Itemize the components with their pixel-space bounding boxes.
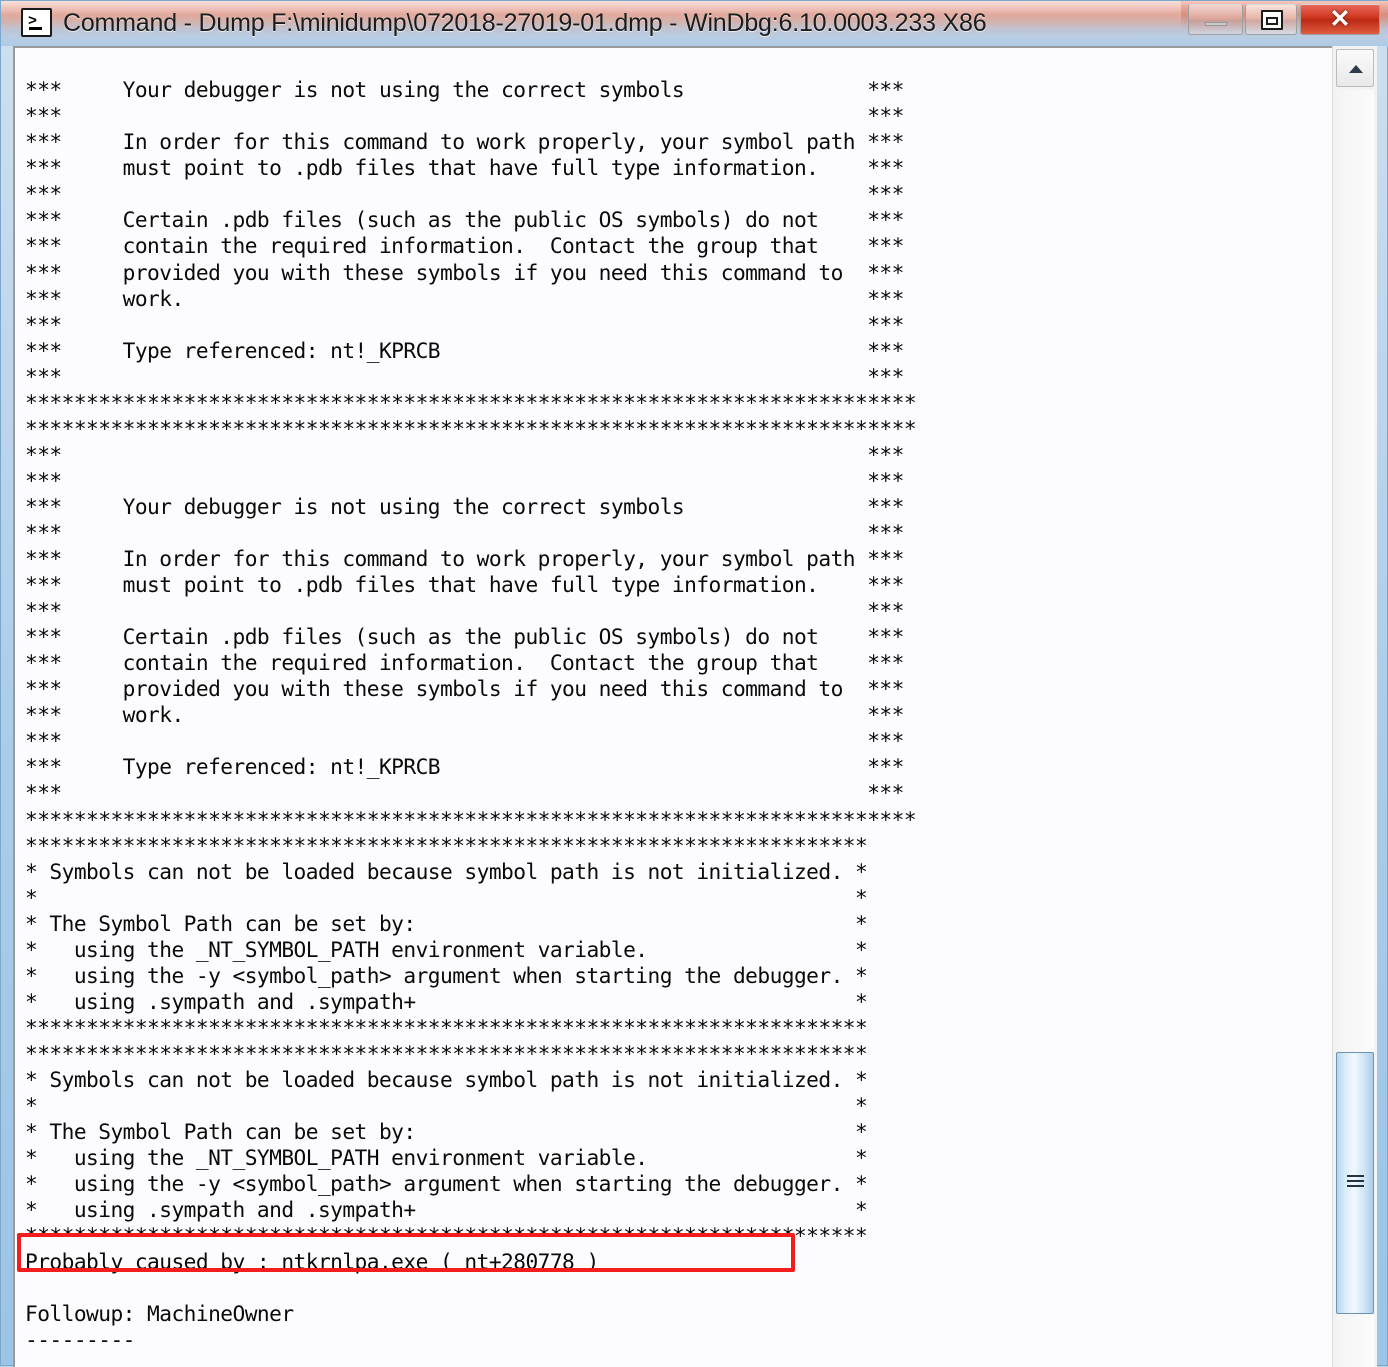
chevron-up-icon xyxy=(1349,65,1363,73)
vertical-scrollbar[interactable] xyxy=(1332,46,1377,1367)
close-button[interactable]: ✕ xyxy=(1300,4,1380,35)
console-icon: > xyxy=(21,8,52,37)
maximize-restore-button[interactable] xyxy=(1245,4,1297,35)
windbg-window: > Command - Dump F:\minidump\072018-2701… xyxy=(0,0,1388,1367)
command-output-pane[interactable]: *** Your debugger is not using the corre… xyxy=(13,46,1332,1367)
close-icon: ✕ xyxy=(1329,5,1351,33)
grip-icon xyxy=(1347,1175,1364,1188)
minimize-icon xyxy=(1205,22,1227,26)
restore-icon xyxy=(1261,10,1283,30)
scrollbar-thumb[interactable] xyxy=(1336,1052,1374,1314)
title-bar[interactable]: > Command - Dump F:\minidump\072018-2701… xyxy=(1,1,1388,46)
client-area: *** Your debugger is not using the corre… xyxy=(13,46,1377,1367)
window-title: Command - Dump F:\minidump\072018-27019-… xyxy=(63,9,987,37)
minimize-button[interactable] xyxy=(1188,4,1243,35)
scroll-up-button[interactable] xyxy=(1336,49,1374,87)
console-output-text: *** Your debugger is not using the corre… xyxy=(25,77,917,1353)
